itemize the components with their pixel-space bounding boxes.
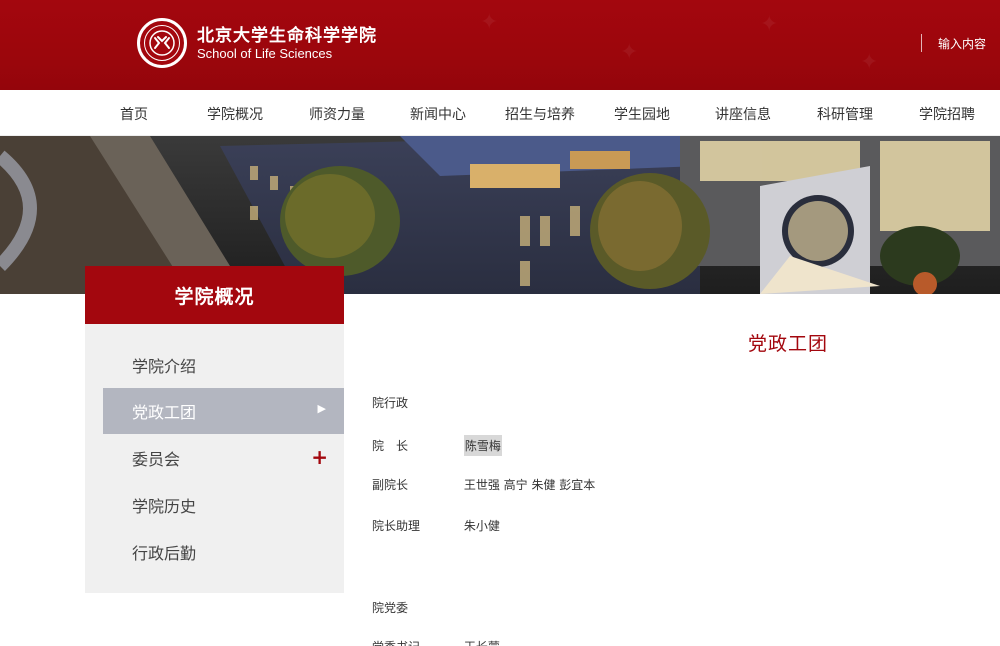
sidebar-item-history[interactable]: 学院历史 [103, 482, 344, 528]
sidebar-item-label: 委员会 [132, 450, 181, 469]
sidebar-menu: 学院介绍 党政工团 ▶ 委员会 + 学院历史 行政后勤 [85, 324, 344, 593]
nav-item-admissions[interactable]: 招生与培养 [505, 104, 575, 124]
pku-seal-icon [137, 18, 187, 68]
sidebar-item-label: 行政后勤 [132, 544, 197, 563]
school-name-en: School of Life Sciences [197, 45, 333, 61]
main-nav: 首页 学院概况 师资力量 新闻中心 招生与培养 学生园地 讲座信息 科研管理 学… [0, 90, 1000, 136]
staff-names: 王世强 高宁 朱健 彭宜本 [463, 478, 596, 492]
seal-emblem-icon [149, 30, 175, 56]
staff-names: 陈雪梅 [463, 435, 502, 456]
sidebar-item-introduction[interactable]: 学院介绍 [103, 342, 344, 388]
decorative-star-icon: ✦ [620, 40, 639, 65]
nav-item-faculty[interactable]: 师资力量 [309, 104, 365, 124]
staff-row: 副院长 王世强 高宁 朱健 彭宜本 [372, 476, 595, 493]
staff-row: 院 长 陈雪梅 [372, 435, 502, 456]
site-logo[interactable]: 北京大学生命科学学院 School of Life Sciences [137, 18, 377, 68]
staff-names: 朱小健 [463, 519, 500, 533]
logo-text: 北京大学生命科学学院 School of Life Sciences [197, 26, 377, 61]
nav-item-lectures[interactable]: 讲座信息 [715, 104, 771, 124]
sidebar-item-committees[interactable]: 委员会 + [103, 435, 344, 481]
plus-icon[interactable]: + [311, 445, 328, 469]
header-divider [921, 34, 922, 52]
sidebar-title: 学院概况 [85, 266, 344, 324]
sidebar-item-label: 学院介绍 [132, 357, 197, 376]
page-title: 党政工团 [748, 333, 829, 355]
school-name-cn: 北京大学生命科学学院 [197, 25, 377, 46]
staff-names: 王长蒙 [464, 638, 500, 646]
sidebar-item-party-admin[interactable]: 党政工团 ▶ [103, 388, 344, 434]
nav-item-recruitment[interactable]: 学院招聘 [919, 104, 975, 124]
nav-item-research[interactable]: 科研管理 [817, 104, 873, 124]
section-heading: 院行政 [372, 396, 409, 410]
decorative-star-icon: ✦ [760, 12, 779, 37]
staff-row: 院长助理 朱小健 [372, 517, 500, 534]
site-header: ✦ ✦ ✦ ✦ 北京大学生命科学学院 School of Life Scienc… [0, 0, 1000, 90]
decorative-star-icon: ✦ [860, 50, 879, 75]
sidebar-item-label: 学院历史 [132, 497, 197, 516]
nav-item-about[interactable]: 学院概况 [207, 104, 263, 124]
chevron-right-icon: ▶ [317, 402, 326, 415]
section-heading: 院党委 [372, 601, 409, 615]
search-input[interactable]: 输入内容 [938, 35, 986, 52]
sidebar-item-label: 党政工团 [132, 403, 197, 422]
sidebar-item-logistics[interactable]: 行政后勤 [103, 529, 344, 575]
nav-item-students[interactable]: 学生园地 [614, 104, 670, 124]
staff-role: 副院长 [372, 478, 409, 492]
staff-row: 党委书记 王长蒙 [372, 638, 500, 646]
nav-item-home[interactable]: 首页 [120, 104, 148, 124]
staff-role: 党委书记 [372, 638, 460, 646]
staff-role: 院 长 [372, 439, 409, 453]
staff-role: 院长助理 [372, 519, 421, 533]
decorative-star-icon: ✦ [480, 10, 499, 35]
nav-item-news[interactable]: 新闻中心 [410, 104, 466, 124]
